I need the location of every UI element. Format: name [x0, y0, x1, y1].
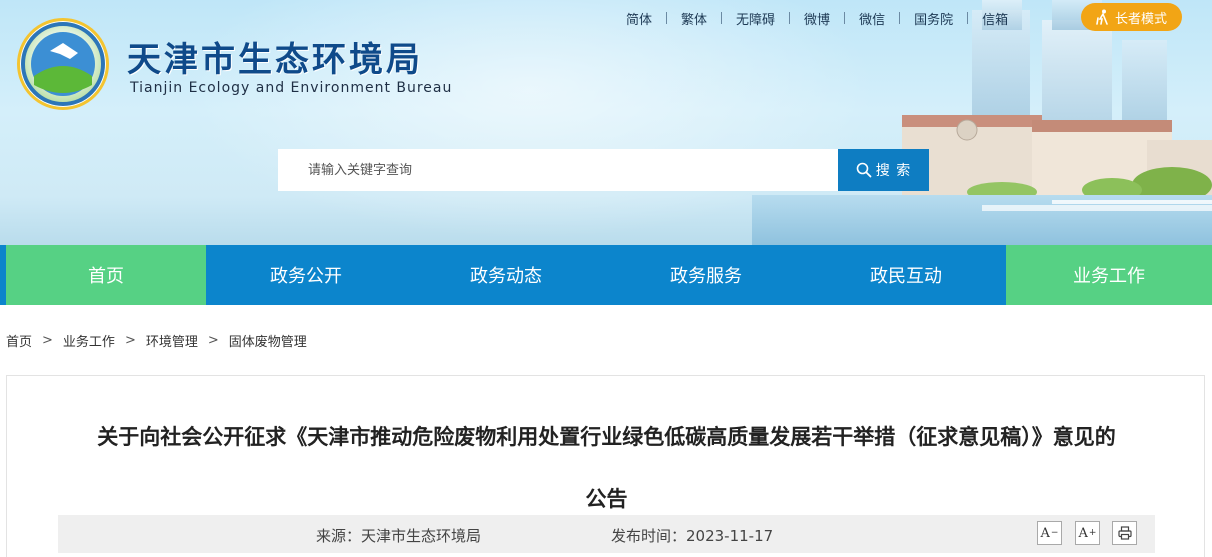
font-smaller-label: A: [1040, 525, 1050, 541]
nav-item-interaction[interactable]: 政民互动: [806, 245, 1006, 305]
search-icon: [856, 162, 872, 178]
chevron-right-icon: >: [207, 332, 219, 348]
article-source: 来源：天津市生态环境局: [316, 527, 482, 545]
article-title-line1: 关于向社会公开征求《天津市推动危险废物利用处置行业绿色低碳高质量发展若干举措（征…: [97, 425, 1116, 449]
font-larger-button[interactable]: A +: [1075, 521, 1100, 545]
elder-mode-label: 长者模式: [1114, 11, 1167, 27]
nav-item-gov-affairs-open[interactable]: 政务公开: [206, 245, 406, 305]
site-header: 天津市生态环境局 Tianjin Ecology and Environment…: [0, 0, 1212, 245]
printer-icon: [1117, 526, 1132, 540]
link-simplified[interactable]: 简体: [612, 9, 666, 28]
breadcrumb-env-management[interactable]: 环境管理: [146, 331, 198, 350]
main-nav: 首页 政务公开 政务动态 政务服务 政民互动 业务工作: [0, 245, 1212, 305]
link-mailbox[interactable]: 信箱: [968, 9, 1022, 28]
top-utility-links: 简体 繁体 无障碍 微博 微信 国务院 信箱: [612, 8, 1022, 28]
link-state-council[interactable]: 国务院: [900, 9, 967, 28]
site-subtitle: Tianjin Ecology and Environment Bureau: [130, 80, 453, 96]
article-meta-bar: 来源：天津市生态环境局 发布时间：2023-11-17 A − A +: [58, 515, 1155, 553]
article-publish-time: 发布时间：2023-11-17: [611, 527, 774, 545]
elder-mode-button[interactable]: 长者模式: [1081, 3, 1182, 31]
site-title: 天津市生态环境局: [127, 40, 423, 80]
bureau-logo: [17, 18, 109, 110]
logo-emblem-icon: [21, 22, 105, 106]
search-button-label: 搜 索: [875, 163, 912, 179]
elder-icon: [1096, 9, 1108, 25]
search-button[interactable]: 搜 索: [838, 149, 929, 191]
print-button[interactable]: [1112, 521, 1137, 545]
chevron-right-icon: >: [42, 332, 53, 348]
link-weibo[interactable]: 微博: [790, 9, 844, 28]
breadcrumb-business-work[interactable]: 业务工作: [63, 331, 115, 350]
link-wechat[interactable]: 微信: [845, 9, 899, 28]
search-input[interactable]: [278, 149, 838, 191]
nav-item-business-work[interactable]: 业务工作: [1006, 245, 1212, 305]
article-title: 关于向社会公开征求《天津市推动危险废物利用处置行业绿色低碳高质量发展若干举措（征…: [7, 406, 1206, 530]
plus-icon: +: [1088, 528, 1097, 538]
breadcrumb: 首页 > 业务工作 > 环境管理 > 固体废物管理: [6, 331, 307, 350]
city-skyline-image: [752, 0, 1212, 245]
link-accessibility[interactable]: 无障碍: [722, 9, 789, 28]
font-larger-label: A: [1078, 525, 1088, 541]
nav-item-gov-services[interactable]: 政务服务: [606, 245, 806, 305]
nav-item-gov-news[interactable]: 政务动态: [406, 245, 606, 305]
breadcrumb-home[interactable]: 首页: [6, 331, 32, 350]
link-traditional[interactable]: 繁体: [667, 9, 721, 28]
article-panel: 关于向社会公开征求《天津市推动危险废物利用处置行业绿色低碳高质量发展若干举措（征…: [6, 375, 1205, 557]
breadcrumb-solid-waste[interactable]: 固体废物管理: [229, 331, 307, 350]
minus-icon: −: [1050, 528, 1059, 538]
nav-item-home[interactable]: 首页: [6, 245, 206, 305]
font-smaller-button[interactable]: A −: [1037, 521, 1062, 545]
chevron-right-icon: >: [124, 332, 136, 348]
